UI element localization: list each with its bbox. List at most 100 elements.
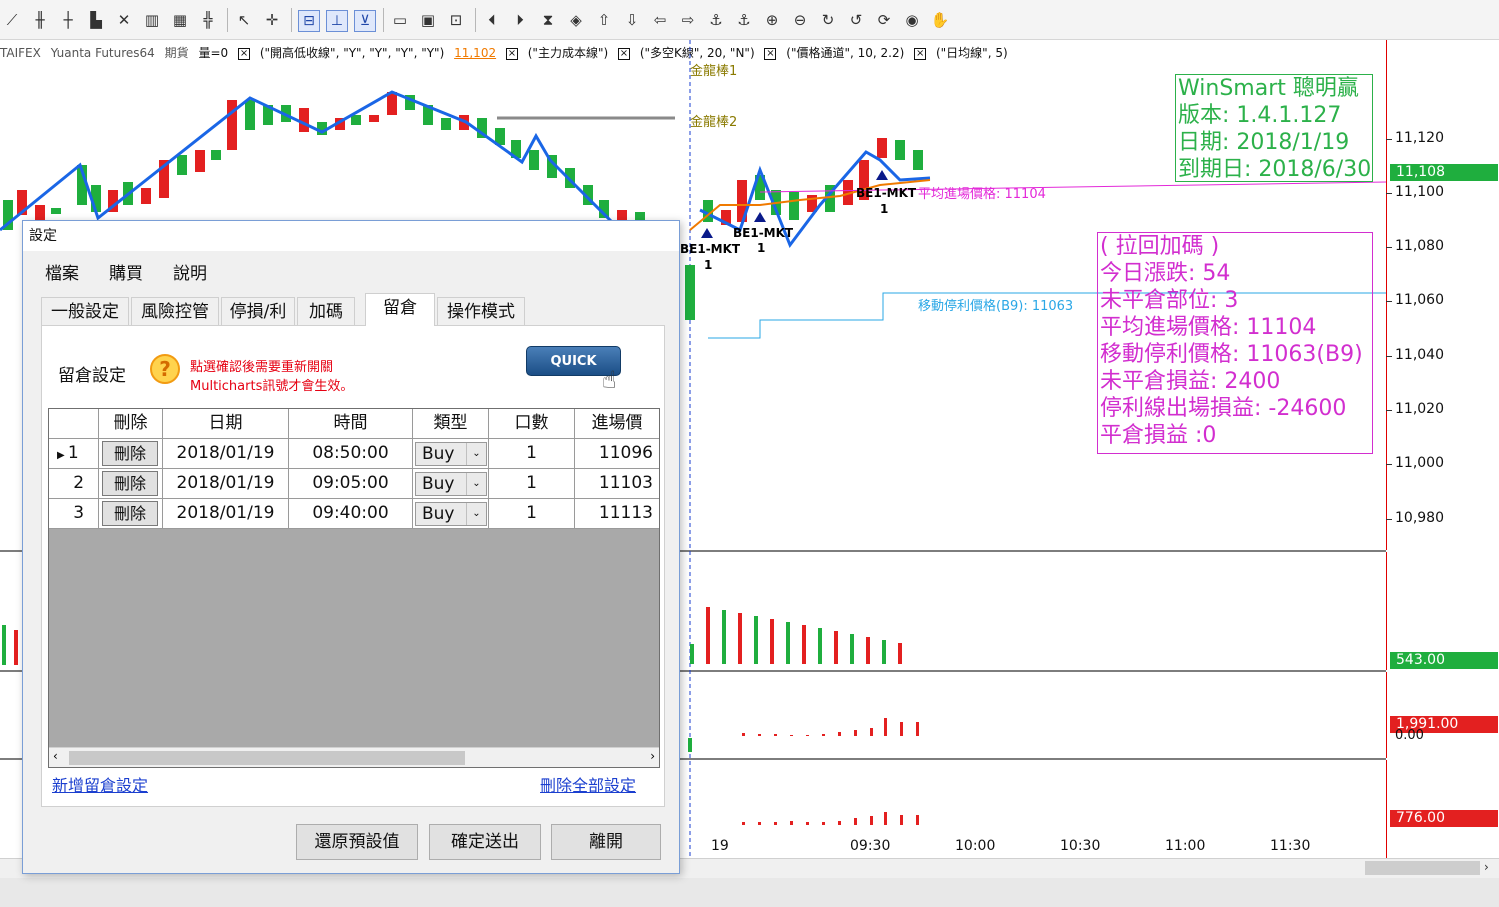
grid-row-header-corner <box>49 409 99 438</box>
be1-qty-b: 1 <box>757 241 766 255</box>
tab-mode[interactable]: 操作模式 <box>437 297 525 325</box>
trail-stop-label: 移動停利價格(B9): 11063 <box>918 299 1074 314</box>
cell-time[interactable]: 09:05:00 <box>289 469 413 498</box>
indicator-axis-2[interactable] <box>1386 672 1499 758</box>
cell-date[interactable]: 2018/01/19 <box>163 469 289 498</box>
info-mag-line5: 移動停利價格: 11063(B9) <box>1100 342 1363 367</box>
time-axis-label: 11:00 <box>1165 838 1206 854</box>
price-axis-label: 11,040 <box>1395 347 1444 363</box>
candle <box>789 192 799 220</box>
scroll-right-icon[interactable]: › <box>1484 860 1489 874</box>
candle <box>617 210 627 220</box>
table-row[interactable]: ▶ 1 刪除 2018/01/19 08:50:00 Buy ⌄ 1 11096 <box>49 439 659 469</box>
help-icon[interactable]: ? <box>150 354 180 384</box>
candle <box>245 100 255 130</box>
cell-price[interactable]: 11113 <box>575 499 659 528</box>
grid-scroll-thumb[interactable] <box>69 751 465 765</box>
cell-qty[interactable]: 1 <box>489 439 575 468</box>
col-type[interactable]: 類型 <box>413 409 489 438</box>
cell-delete: 刪除 <box>99 469 163 498</box>
row-delete-button[interactable]: 刪除 <box>102 501 158 526</box>
chevron-down-icon[interactable]: ⌄ <box>466 503 486 525</box>
tab-risk[interactable]: 風險控管 <box>131 297 219 325</box>
info-mag-line2: 今日漲跌: 54 <box>1100 261 1231 286</box>
cell-time[interactable]: 09:40:00 <box>289 499 413 528</box>
indicator-bar <box>790 821 793 825</box>
row-index: 3 <box>49 499 99 528</box>
cell-price[interactable]: 11096 <box>575 439 659 468</box>
candle <box>913 150 923 170</box>
cell-time[interactable]: 08:50:00 <box>289 439 413 468</box>
dialog-tabs: 一般設定 風險控管 停損/利 加碼 留倉 操作模式 <box>41 293 661 326</box>
avg-entry-line <box>759 181 1386 193</box>
indicator-bar <box>774 822 777 825</box>
menu-file[interactable]: 檔案 <box>45 259 79 284</box>
tab-general[interactable]: 一般設定 <box>41 297 129 325</box>
col-price[interactable]: 進場價 <box>575 409 659 438</box>
price-axis-label: 11,100 <box>1395 184 1444 200</box>
candle <box>35 205 45 220</box>
col-time[interactable]: 時間 <box>289 409 413 438</box>
be1-label-b: BE1-MKT <box>733 226 794 240</box>
cell-date[interactable]: 2018/01/19 <box>163 439 289 468</box>
indicator-bar <box>916 815 919 825</box>
volume-bar <box>2 625 6 665</box>
indicator-bar <box>854 818 857 825</box>
chevron-down-icon[interactable]: ⌄ <box>466 443 486 465</box>
volume-bar <box>706 607 710 664</box>
grid-scrollbar[interactable]: ‹ › <box>49 747 659 767</box>
delete-all-link[interactable]: 刪除全部設定 <box>540 772 636 796</box>
leave-button[interactable]: 離開 <box>551 824 661 860</box>
axis-tick <box>1386 247 1392 248</box>
tab-stop[interactable]: 停損/利 <box>221 297 295 325</box>
indicator-bar <box>884 812 887 825</box>
cell-price[interactable]: 11103 <box>575 469 659 498</box>
chevron-down-icon[interactable]: ⌄ <box>466 473 486 495</box>
volume-bar <box>770 619 774 664</box>
cell-qty[interactable]: 1 <box>489 469 575 498</box>
menu-purchase[interactable]: 購買 <box>109 259 143 284</box>
price-axis-label: 10,980 <box>1395 510 1444 526</box>
tab-add[interactable]: 加碼 <box>297 297 355 325</box>
menu-help[interactable]: 說明 <box>173 259 207 284</box>
notice-line1: 點選確認後需要重新開關 <box>190 360 334 375</box>
grid-scroll-right-icon[interactable]: › <box>650 749 655 763</box>
indicator-bar <box>916 722 919 736</box>
be1-label-a: BE1-MKT <box>680 242 741 256</box>
time-axis-label: 09:30 <box>850 838 891 854</box>
row-delete-button[interactable]: 刪除 <box>102 471 158 496</box>
reset-default-button[interactable]: 還原預設值 <box>296 824 418 860</box>
volume-bar <box>14 630 18 665</box>
time-axis-label: 19 <box>711 838 729 854</box>
confirm-submit-button[interactable]: 確定送出 <box>429 824 541 860</box>
candle <box>51 208 61 214</box>
candle <box>895 140 905 160</box>
candle <box>195 150 205 172</box>
chart-scroll-thumb[interactable] <box>1365 861 1480 875</box>
cell-date[interactable]: 2018/01/19 <box>163 499 289 528</box>
type-select[interactable]: Buy ⌄ <box>415 472 487 496</box>
row-delete-button[interactable]: 刪除 <box>102 441 158 466</box>
row-index-label: 2 <box>73 473 85 493</box>
volume-bar <box>802 625 806 664</box>
col-delete[interactable]: 刪除 <box>99 409 163 438</box>
add-overnight-link[interactable]: 新增留倉設定 <box>52 772 148 796</box>
buy-arrow-icon <box>754 212 766 222</box>
cell-qty[interactable]: 1 <box>489 499 575 528</box>
type-select[interactable]: Buy ⌄ <box>415 442 487 466</box>
indicator-bar <box>688 738 692 752</box>
overnight-grid: 刪除 日期 時間 類型 口數 進場價 ▶ 1 刪除 2018/01/19 08:50:… <box>48 408 660 768</box>
col-date[interactable]: 日期 <box>163 409 289 438</box>
indicator-axis-3[interactable] <box>1386 760 1499 858</box>
indicator-bar <box>822 734 825 736</box>
info-green-line4: 到期日: 2018/6/30 <box>1178 157 1372 182</box>
cell-type: Buy ⌄ <box>413 499 489 528</box>
table-row[interactable]: 2 刪除 2018/01/19 09:05:00 Buy ⌄ 1 11103 <box>49 469 659 499</box>
overnight-group-label: 留倉設定 <box>58 366 126 386</box>
col-qty[interactable]: 口數 <box>489 409 575 438</box>
indicator-bar <box>758 822 761 825</box>
tab-overnight[interactable]: 留倉 <box>365 293 435 326</box>
table-row[interactable]: 3 刪除 2018/01/19 09:40:00 Buy ⌄ 1 11113 <box>49 499 659 529</box>
grid-scroll-left-icon[interactable]: ‹ <box>53 749 58 763</box>
type-select[interactable]: Buy ⌄ <box>415 502 487 526</box>
